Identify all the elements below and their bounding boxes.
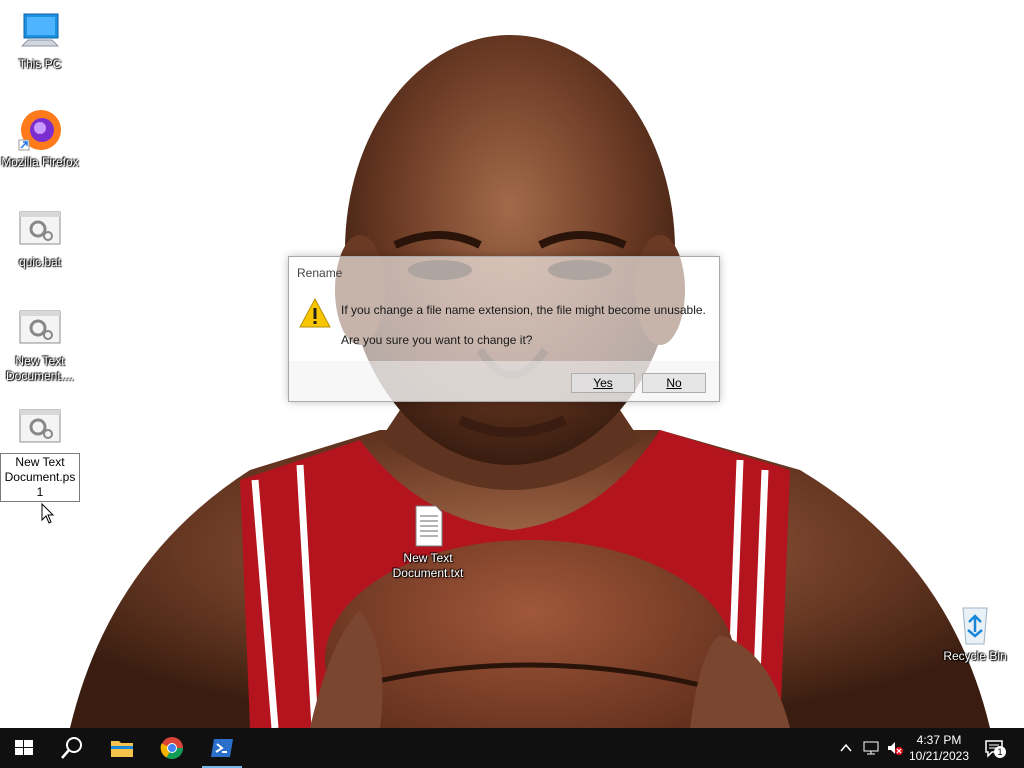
powershell-icon (211, 739, 233, 757)
no-button[interactable]: No (642, 373, 706, 393)
desktop-icon-new-text-document-ps1[interactable]: New Text Document.ps1 (0, 406, 80, 502)
search-button[interactable] (48, 728, 96, 768)
network-icon[interactable] (862, 740, 880, 756)
desktop-icon-label: New Text Document.txt (392, 551, 464, 580)
taskbar: 4:37 PM 10/21/2023 1 (0, 728, 1024, 768)
rename-text-field[interactable]: New Text Document.ps1 (0, 453, 80, 502)
desktop-icon-label: This PC (18, 57, 62, 71)
folder-icon (111, 741, 133, 757)
start-button[interactable] (0, 728, 48, 768)
taskbar-powershell[interactable] (198, 728, 246, 768)
desktop-icon-new-text-document-1[interactable]: New Text Document.... (0, 307, 80, 384)
dialog-message: If you change a file name extension, the… (341, 303, 706, 317)
clock-time: 4:37 PM (916, 733, 962, 747)
chrome-icon (160, 737, 183, 759)
notification-badge: 1 (994, 746, 1006, 758)
desktop-icon-label: quic.bat (18, 255, 62, 269)
desktop-icon-label: Mozilla Firefox (1, 155, 79, 169)
desktop-icon-new-text-document-txt[interactable]: New Text Document.txt (388, 504, 468, 581)
dialog-title: Rename (297, 266, 343, 280)
desktop-icon-quic-bat[interactable]: quic.bat (0, 208, 80, 270)
warning-icon (299, 297, 331, 328)
firefox-icon (18, 110, 61, 151)
dialog-question: Are you sure you want to change it? (341, 333, 533, 347)
desktop-icon-recycle-bin[interactable]: Recycle Bin (935, 602, 1015, 664)
yes-button[interactable]: Yes (571, 373, 635, 393)
script-file-icon (19, 310, 61, 344)
taskbar-file-explorer[interactable] (98, 728, 146, 768)
mouse-cursor-icon (41, 503, 55, 524)
batch-file-icon (19, 211, 61, 245)
text-document-icon (415, 505, 443, 547)
desktop-icon-firefox[interactable]: Mozilla Firefox (0, 108, 80, 170)
desktop-icon-this-pc[interactable]: This PC (0, 10, 80, 72)
windows-logo-icon (15, 740, 33, 755)
taskbar-clock[interactable]: 4:37 PM 10/21/2023 (900, 732, 978, 764)
desktop-icon-label: New Text Document.... (5, 354, 75, 383)
search-icon (61, 737, 82, 759)
recycle-bin-icon (962, 607, 988, 645)
clock-date: 10/21/2023 (908, 749, 970, 763)
script-file-icon (19, 409, 61, 443)
chevron-up-icon[interactable] (838, 740, 854, 756)
computer-icon (20, 13, 60, 47)
dialog-button-bar: Yes No (289, 361, 719, 401)
rename-confirm-dialog: Rename If you change a file name extensi… (288, 256, 720, 402)
desktop-icon-label: Recycle Bin (943, 649, 1007, 663)
taskbar-chrome[interactable] (148, 728, 196, 768)
